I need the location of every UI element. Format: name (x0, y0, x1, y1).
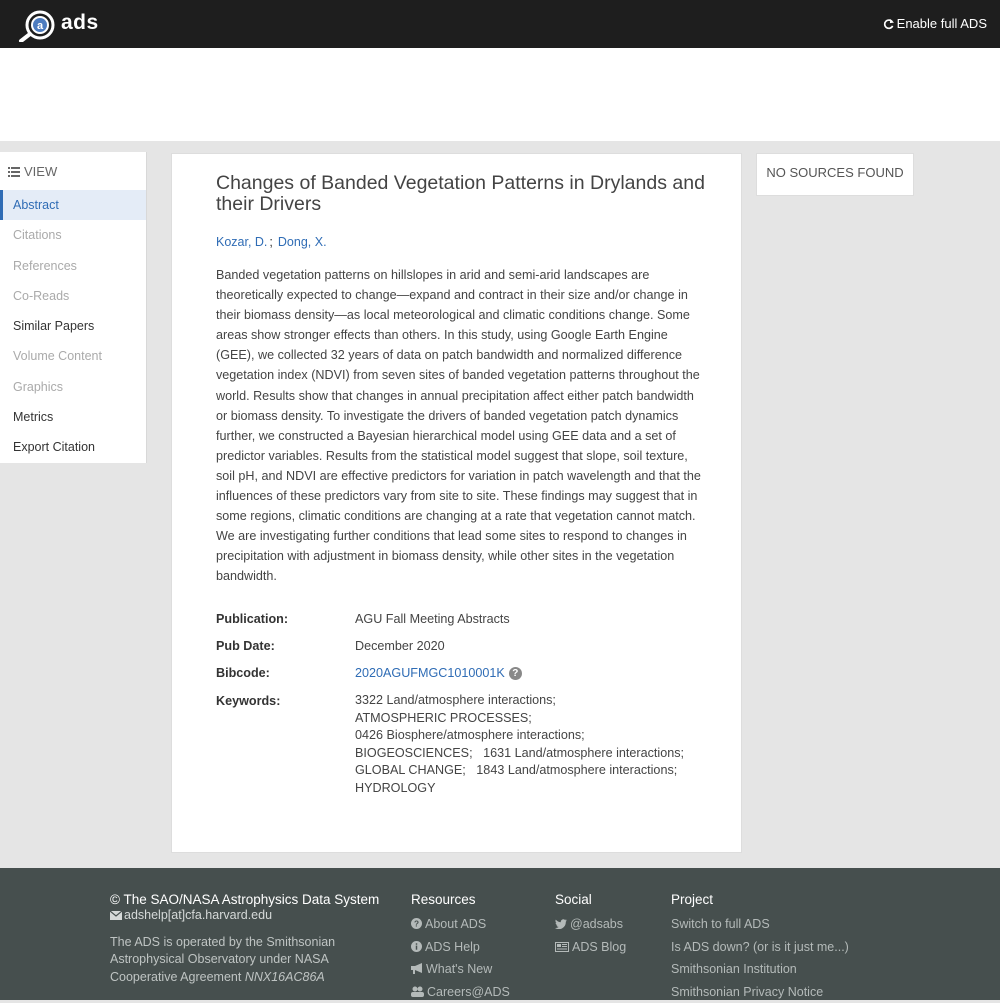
view-heading-label: VIEW (24, 164, 57, 179)
twitter-icon (555, 919, 567, 929)
footer-operated-line-1: The ADS is operated by the Smithsonian (110, 934, 390, 952)
footer-social-heading: Social (555, 892, 626, 907)
ads-help-link[interactable]: ADS Help (411, 936, 510, 959)
footer-social: Social @adsabs ADS Blog (555, 892, 626, 958)
keyword-line: GLOBAL CHANGE; 1843 Land/atmosphere inte… (355, 762, 684, 780)
ads-help-label: ADS Help (425, 940, 480, 954)
sidebar-item-references[interactable]: References (0, 251, 146, 281)
bibcode-label: Bibcode: (216, 666, 270, 680)
full-text-sources-box: NO SOURCES FOUND (756, 153, 914, 196)
sidebar-item-similar-papers[interactable]: Similar Papers (0, 311, 146, 341)
footer-operated-line-3: Cooperative Agreement (110, 970, 241, 984)
footer-project: Project Switch to full ADS Is ADS down? … (671, 892, 849, 1003)
ad-band (0, 48, 1000, 141)
footer-agreement-number: NNX16AC86A (245, 970, 325, 984)
enable-full-ads-label: Enable full ADS (897, 16, 987, 31)
sidebar-item-abstract[interactable]: Abstract (0, 190, 146, 220)
info-circle-icon (411, 941, 422, 952)
footer-about: © The SAO/NASA Astrophysics Data System … (110, 892, 390, 986)
whats-new-link[interactable]: What's New (411, 958, 510, 981)
ads-blog-label: ADS Blog (572, 940, 626, 954)
author-separator: ; (269, 235, 272, 249)
brand-name[interactable]: ads (61, 11, 99, 35)
footer-resources: Resources ? About ADS ADS Help What's New… (411, 892, 510, 1003)
users-icon (411, 986, 424, 997)
svg-text:?: ? (414, 920, 419, 929)
pubdate-label: Pub Date: (216, 639, 275, 653)
enable-full-ads-link[interactable]: Enable full ADS (883, 16, 987, 31)
publication-value: AGU Fall Meeting Abstracts (355, 612, 510, 626)
no-sources-text: NO SOURCES FOUND (766, 165, 903, 180)
newspaper-icon (555, 942, 569, 952)
bullhorn-icon (411, 963, 423, 974)
author-link[interactable]: Kozar, D. (216, 235, 267, 249)
whats-new-label: What's New (426, 962, 492, 976)
twitter-label: @adsabs (570, 917, 623, 931)
bibcode-link[interactable]: 2020AGUFMGC1010001K (355, 666, 505, 680)
switch-full-ads-link[interactable]: Switch to full ADS (671, 913, 849, 936)
ads-logo-icon[interactable]: a (18, 8, 58, 42)
footer-email-row: adshelp[at]cfa.harvard.edu (110, 907, 390, 925)
author-list: Kozar, D.; Dong, X. (216, 235, 327, 249)
footer-email[interactable]: adshelp[at]cfa.harvard.edu (124, 908, 272, 922)
keyword-line: HYDROLOGY (355, 780, 684, 798)
keyword-line: 3322 Land/atmosphere interactions; (355, 692, 684, 710)
sidebar-item-export-citation[interactable]: Export Citation (0, 432, 146, 462)
keywords-label: Keywords: (216, 694, 280, 708)
careers-label: Careers@ADS (427, 985, 510, 999)
question-circle-icon: ? (411, 918, 422, 929)
view-heading: VIEW (0, 152, 146, 190)
view-sidebar: VIEW AbstractCitationsReferencesCo-Reads… (0, 152, 147, 463)
keyword-line: BIOGEOSCIENCES; 1631 Land/atmosphere int… (355, 745, 684, 763)
abstract-text: Banded vegetation patterns on hillslopes… (216, 265, 704, 587)
smithsonian-link[interactable]: Smithsonian Institution (671, 958, 849, 981)
footer-operated-line-3-wrap: Cooperative Agreement NNX16AC86A (110, 969, 390, 987)
envelope-icon (110, 911, 122, 920)
sidebar-item-citations[interactable]: Citations (0, 220, 146, 250)
keyword-line: 0426 Biosphere/atmosphere interactions; (355, 727, 684, 745)
ads-down-link[interactable]: Is ADS down? (or is it just me...) (671, 936, 849, 959)
sidebar-item-metrics[interactable]: Metrics (0, 402, 146, 432)
about-ads-link[interactable]: ? About ADS (411, 913, 510, 936)
keywords-list: 3322 Land/atmosphere interactions;ATMOSP… (355, 692, 684, 798)
help-icon[interactable]: ? (509, 667, 522, 680)
footer-operated-line-2: Astrophysical Observatory under NASA (110, 951, 390, 969)
sidebar-item-graphics[interactable]: Graphics (0, 372, 146, 402)
view-nav-list: AbstractCitationsReferencesCo-ReadsSimil… (0, 190, 146, 463)
top-navbar: a ads Enable full ADS (0, 0, 1000, 48)
logo-letter: a (37, 20, 44, 32)
footer: © The SAO/NASA Astrophysics Data System … (0, 868, 1000, 1000)
publication-label: Publication: (216, 612, 288, 626)
keyword-line: ATMOSPHERIC PROCESSES; (355, 710, 684, 728)
sidebar-item-volume-content[interactable]: Volume Content (0, 341, 146, 371)
abstract-panel: Changes of Banded Vegetation Patterns in… (171, 153, 742, 853)
refresh-icon (883, 19, 894, 30)
pubdate-value: December 2020 (355, 639, 445, 653)
twitter-link[interactable]: @adsabs (555, 913, 626, 936)
about-ads-label: About ADS (425, 917, 486, 931)
footer-copyright: © The SAO/NASA Astrophysics Data System (110, 892, 390, 907)
author-link[interactable]: Dong, X. (278, 235, 327, 249)
footer-resources-heading: Resources (411, 892, 510, 907)
bibcode-value-wrap: 2020AGUFMGC1010001K? (355, 666, 522, 680)
sidebar-item-co-reads[interactable]: Co-Reads (0, 281, 146, 311)
list-icon (8, 167, 20, 177)
ads-blog-link[interactable]: ADS Blog (555, 936, 626, 959)
footer-project-heading: Project (671, 892, 849, 907)
paper-title: Changes of Banded Vegetation Patterns in… (216, 173, 706, 215)
